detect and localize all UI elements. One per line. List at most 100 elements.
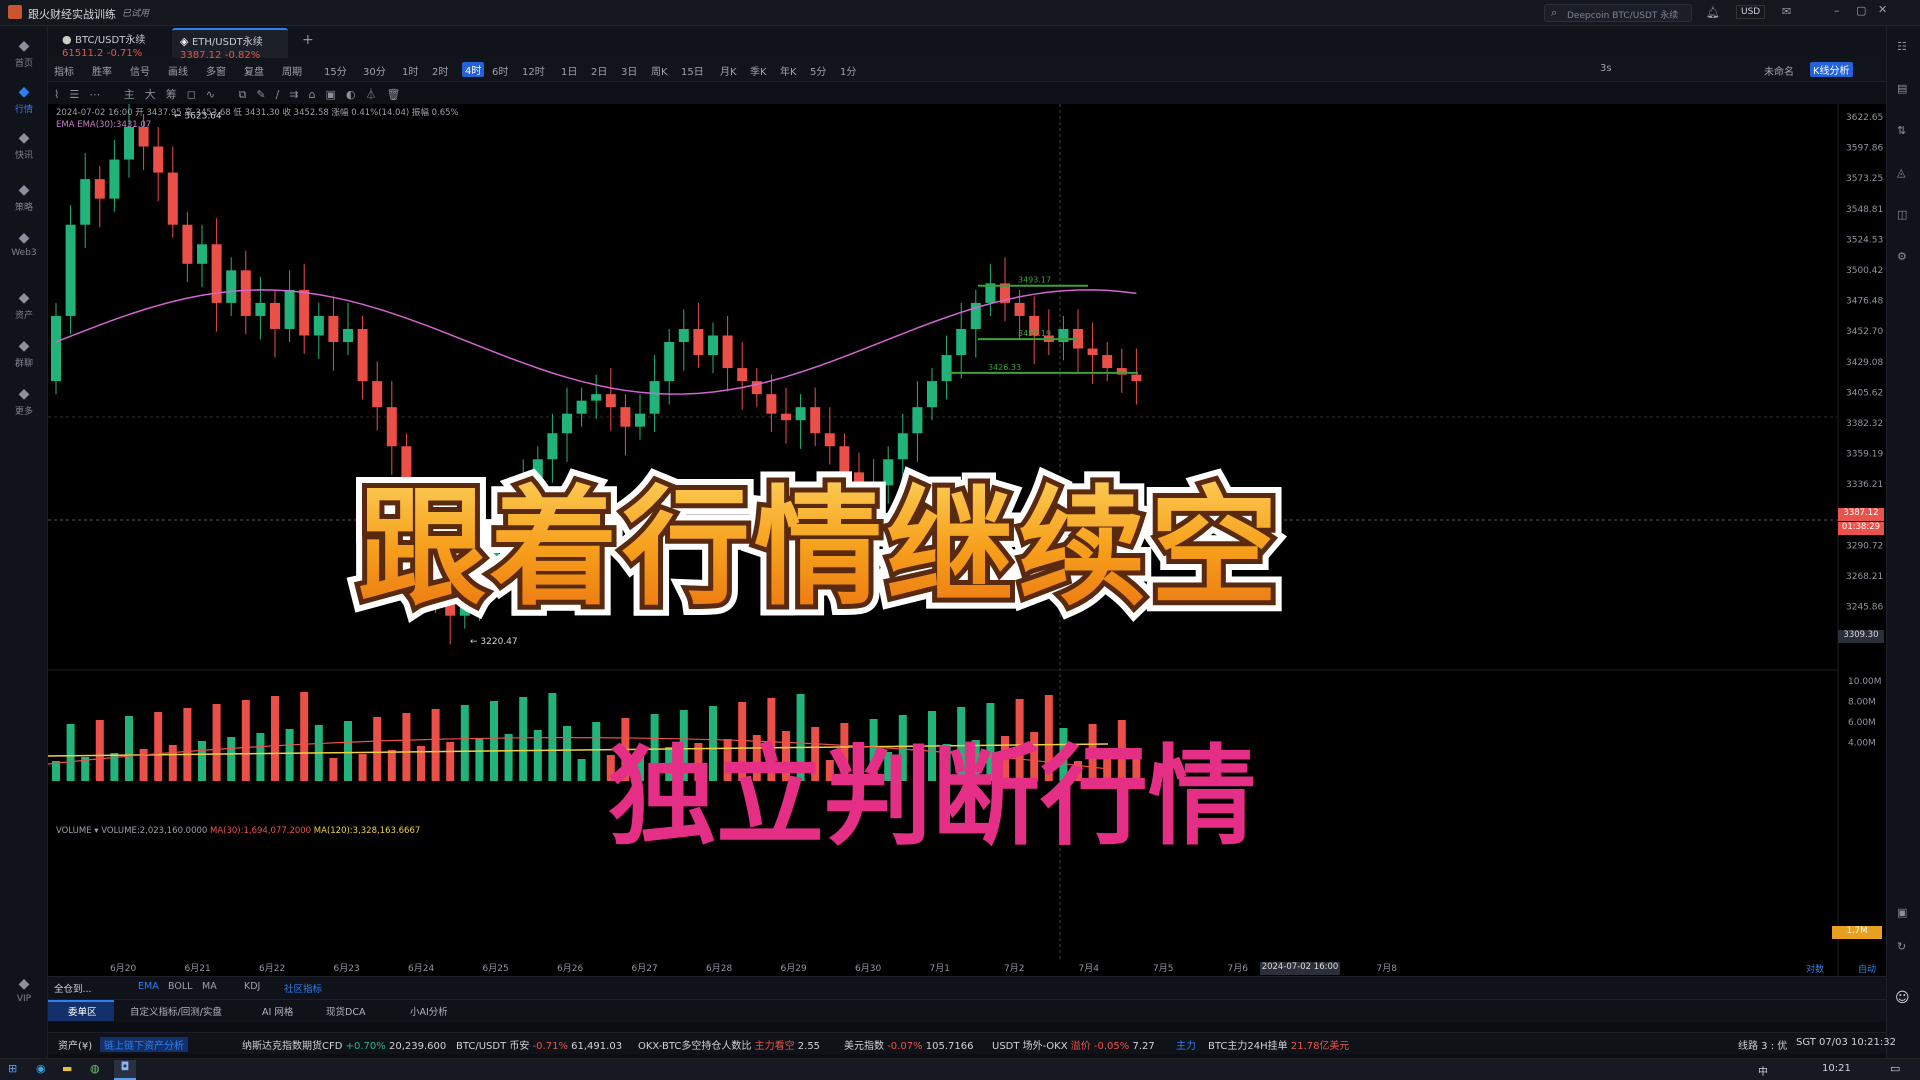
period-2日[interactable]: 2日 [591,63,607,78]
period-1日[interactable]: 1日 [561,63,577,78]
ticker-dxy-name: 美元指数 [844,1041,884,1052]
tab-order[interactable]: 委单区 [68,1004,97,1018]
period-1时[interactable]: 1时 [402,63,418,78]
ime-indicator[interactable]: 中 [1758,1063,1768,1078]
x-tick-label: 6月22 [259,963,285,974]
indicator-ma[interactable]: MA [202,981,217,992]
toolbar-right-item[interactable]: 3s [1600,63,1612,74]
vip-icon: ◆ [18,976,30,992]
nav-home[interactable]: ◆ 首页 [0,30,48,76]
currency-select[interactable]: USD [1736,5,1766,19]
nav-asset[interactable]: ◆ 资产 [0,282,48,328]
toolbar-item[interactable]: 信号 [130,63,150,78]
tab-eth[interactable]: ◈ ETH/USDT永续 3387.12 -0.82% [172,28,288,61]
minimize-icon[interactable]: – [1834,4,1840,17]
search-input[interactable]: Deepcoin BTC/USDT 永续 [1567,8,1678,21]
period-4时[interactable]: 4时 [462,62,485,77]
period-12时[interactable]: 12时 [522,63,545,78]
connection-status[interactable]: 线路 3 : 优 [1738,1037,1787,1052]
bell-icon[interactable]: 🔔︎ [1706,6,1720,19]
nav-vip[interactable]: ◆ VIP [0,968,48,1014]
toolbar-right-item[interactable]: 未命名 [1764,63,1794,78]
period-3日[interactable]: 3日 [621,63,637,78]
toolbar-item[interactable]: 多窗 [206,63,226,78]
toolbar-item[interactable]: 复盘 [244,63,264,78]
ticker-usdt[interactable]: USDT 场外-OKX 溢价 -0.05% 7.27 [992,1037,1155,1052]
toolbar-item[interactable]: 胜率 [92,63,112,78]
info-icon[interactable]: ◫ [1897,208,1907,221]
ticker-btc[interactable]: BTC/USDT 币安 -0.71% 61,491.03 [456,1037,622,1052]
x-tick-label: 7月4 [1079,963,1100,974]
layout-icon[interactable]: ☷ [1897,40,1907,53]
edge-icon[interactable]: ◉ [36,1062,46,1075]
ticker-onchain[interactable]: 链上链下资产分析 [100,1037,188,1052]
close-icon[interactable]: ✕ [1878,3,1887,16]
nav-web3[interactable]: ◆ Web3 [0,222,48,268]
period-1分[interactable]: 1分 [840,63,856,78]
toolbar-item[interactable]: 画线 [168,63,188,78]
indicator-kdj[interactable]: KDJ [244,981,260,992]
period-年K[interactable]: 年K [780,63,797,78]
period-15分[interactable]: 15分 [324,63,347,78]
trade-icon[interactable]: ⇅ [1897,124,1906,137]
toolbar-item[interactable]: 周期 [282,63,302,78]
ticker-dxy[interactable]: 美元指数 -0.07% 105.7166 [844,1037,973,1052]
indicator-ema[interactable]: EMA [138,981,159,992]
drawing-tools-icon[interactable]: ⌇☰⋯ 主大筹◻∿ ⧉✎∕⇉⌂▣◐⏃🗑︎ [54,86,411,102]
y-tick-label: 3500.42 [1846,266,1883,276]
period-2时[interactable]: 2时 [432,63,448,78]
ticker-asset[interactable]: 资产(¥) [58,1037,92,1052]
chrome-icon[interactable]: ◍ [90,1062,100,1075]
period-6时[interactable]: 6时 [492,63,508,78]
nav-market[interactable]: ◆ 行情 [0,76,48,122]
notification-icon[interactable]: ▭ [1890,1062,1900,1075]
tab-dca[interactable]: 现货DCA [326,1004,365,1018]
toolbar-right-item[interactable]: K线分析 [1810,62,1853,77]
ticker-okx-name: OKX-BTC多空持仓人数比 [638,1041,752,1052]
period-30分[interactable]: 30分 [363,63,386,78]
ticker-main[interactable]: 主力 [1176,1037,1196,1052]
nav-community[interactable]: ◆ 群聊 [0,330,48,376]
period-月K[interactable]: 月K [720,63,737,78]
chat-icon[interactable]: ☺ [1895,990,1910,1006]
ticker-orders[interactable]: BTC主力24H挂单 21.78亿美元 [1208,1037,1349,1052]
mail-icon[interactable]: ✉ [1782,5,1791,18]
depth-icon[interactable]: ◬ [1897,166,1905,179]
chart-area[interactable]: 3622.65 3597.86 3573.25 3548.81 3524.53 3500.… [48,104,1886,976]
log-scale-toggle[interactable]: 对数 [1806,962,1824,975]
maximize-icon[interactable]: ▢ [1856,4,1866,17]
tab-ai-grid[interactable]: AI 网格 [262,1004,293,1018]
indicator-boll[interactable]: BOLL [168,981,192,992]
nav-news[interactable]: ◆ 快讯 [0,122,48,168]
tab-ai-analysis[interactable]: 小AI分析 [410,1004,448,1018]
tab-custom-indicator[interactable]: 自定义指标/回测/实盘 [130,1004,222,1018]
search-box[interactable]: ⌕ Deepcoin BTC/USDT 永续 [1544,4,1692,22]
add-tab-icon[interactable]: + [302,32,314,48]
period-5分[interactable]: 5分 [810,63,826,78]
candle-body [664,342,675,382]
folder-icon[interactable]: ▬ [62,1062,72,1075]
candle-body [956,328,967,356]
settings-icon[interactable]: ⚙ [1897,250,1907,263]
community-indicator[interactable]: 社区指标 [284,981,322,995]
tab-btc[interactable]: ● BTC/USDT永续 61511.2 -0.71% [54,28,170,59]
start-icon[interactable]: ⊞ [8,1062,17,1075]
toolbar-item[interactable]: 指标 [54,63,74,78]
panel-icon[interactable]: ▣ [1897,906,1907,919]
period-季K[interactable]: 季K [750,63,767,78]
volume-bar [139,749,148,781]
auto-scale-toggle[interactable]: 自动 [1858,962,1876,975]
period-周K[interactable]: 周K [651,63,668,78]
orderbook-icon[interactable]: ▤ [1897,82,1907,95]
nav-more[interactable]: ◆ 更多 [0,378,48,424]
candle-body [284,289,295,329]
indicator-select[interactable]: 全仓到... [54,981,92,995]
ticker-okx-ratio[interactable]: OKX-BTC多空持仓人数比 主力看空 2.55 [638,1037,820,1052]
refresh-icon[interactable]: ↻ [1897,940,1906,953]
app-task-icon[interactable]: ◘ [114,1060,136,1080]
volume-bar [490,701,498,781]
nav-strategy[interactable]: ◆ 策略 [0,174,48,220]
period-15日[interactable]: 15日 [681,63,704,78]
strategy-icon: ◆ [18,182,30,198]
ticker-nasdaq[interactable]: 纳斯达克指数期货CFD +0.70% 20,239.600 [242,1037,446,1052]
